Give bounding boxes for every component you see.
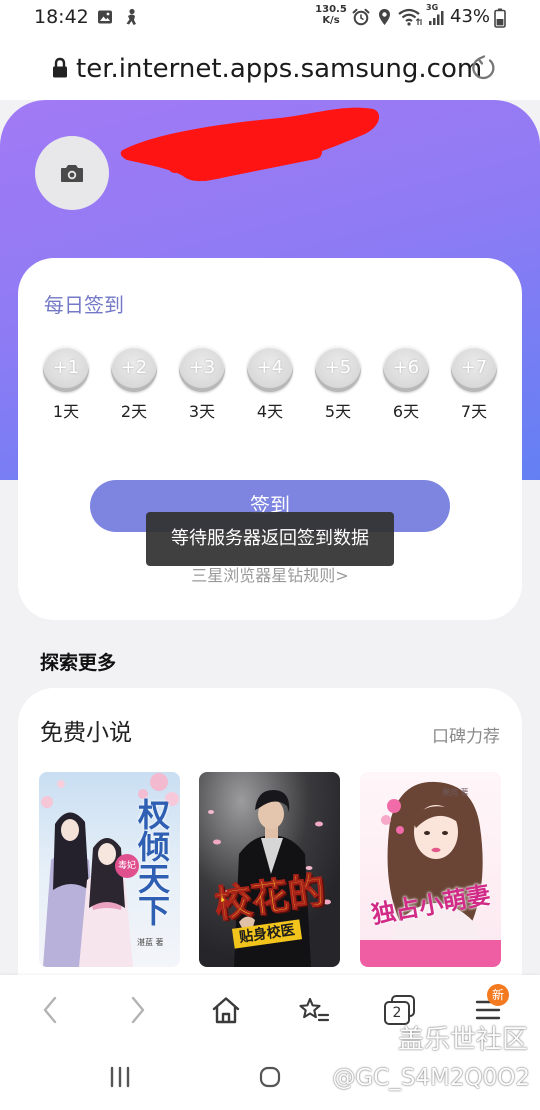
recommended-tab[interactable]: 口碑力荐 [432,725,500,749]
location-icon [379,9,390,25]
home-button-icon[interactable] [259,1066,281,1088]
day-label: 4天 [256,402,284,421]
recent-apps-icon[interactable] [108,1066,132,1088]
reward-coin: +3 [179,346,225,392]
network-speed: 130.5 K/s [312,4,350,26]
bookmarks-button[interactable] [292,988,336,1032]
cover-author: 湛蓝 著 [137,938,164,947]
username-redaction [120,107,380,182]
book-cover-3[interactable]: 果肉 著 独占小萌妻 [360,772,501,967]
day-label: 2天 [120,402,148,421]
checkin-title: 每日签到 [44,293,124,317]
app-notification-icon [126,8,136,25]
gallery-notification-icon [98,10,112,24]
network-speed-value: 130.5 [315,4,347,15]
status-time: 18:42 [34,6,89,28]
book-cover-1[interactable]: 权倾天下 毒妃 湛蓝 著 [39,772,180,967]
toast-message: 等待服务器返回签到数据 [146,512,394,566]
battery-icon [494,8,506,28]
reward-coin: +4 [247,346,293,392]
reward-coin: +2 [111,346,157,392]
home-button[interactable] [204,988,248,1032]
network-speed-unit: K/s [322,15,340,26]
reload-icon[interactable] [470,54,498,82]
back-button[interactable] [28,988,72,1032]
day-label: 1天 [52,402,80,421]
lock-icon[interactable] [52,57,68,79]
alarm-icon [352,8,370,26]
book-cover-2[interactable]: 校花的 贴身校医 [199,772,340,967]
watermark-user: @GC_S4M2Q0O2 [332,1065,530,1091]
battery-percent: 43% [450,6,491,27]
cover-author: 果肉 著 [442,788,469,797]
avatar[interactable] [35,136,109,210]
star-diamond-rules-link[interactable]: 三星浏览器星钻规则> [18,565,522,587]
day-label: 3天 [188,402,216,421]
tabs-icon: 2 [384,995,416,1025]
day-label: 7天 [460,402,488,421]
free-novels-card: 免费小说 口碑力荐 权倾天下 毒妃 湛蓝 著 校花的 贴身校医 果肉 著 独占小… [18,688,522,1018]
forward-icon [131,996,145,1024]
watermark-brand: 盖乐世社区 [397,1025,528,1055]
camera-icon[interactable] [60,163,84,183]
free-novels-title: 免费小说 [40,720,132,746]
back-icon [43,996,57,1024]
cover-badge: 毒妃 [115,854,139,878]
day-label: 6天 [392,402,420,421]
reward-coin: +5 [315,346,361,392]
reward-coin: +1 [43,346,89,392]
reward-coin: +6 [383,346,429,392]
forward-button[interactable] [116,988,160,1032]
bookmarks-icon [299,997,330,1022]
day-label: 5天 [324,402,352,421]
wifi-icon [398,8,422,26]
tabs-count: 2 [384,1001,410,1025]
menu-new-badge: 新 [487,984,509,1006]
home-icon [212,997,240,1024]
cover-illustration [360,772,501,967]
explore-heading: 探索更多 [40,652,117,674]
url-text[interactable]: ter.internet.apps.samsung.com [76,52,482,86]
reward-coin: +7 [451,346,497,392]
signal-icon [429,11,444,25]
